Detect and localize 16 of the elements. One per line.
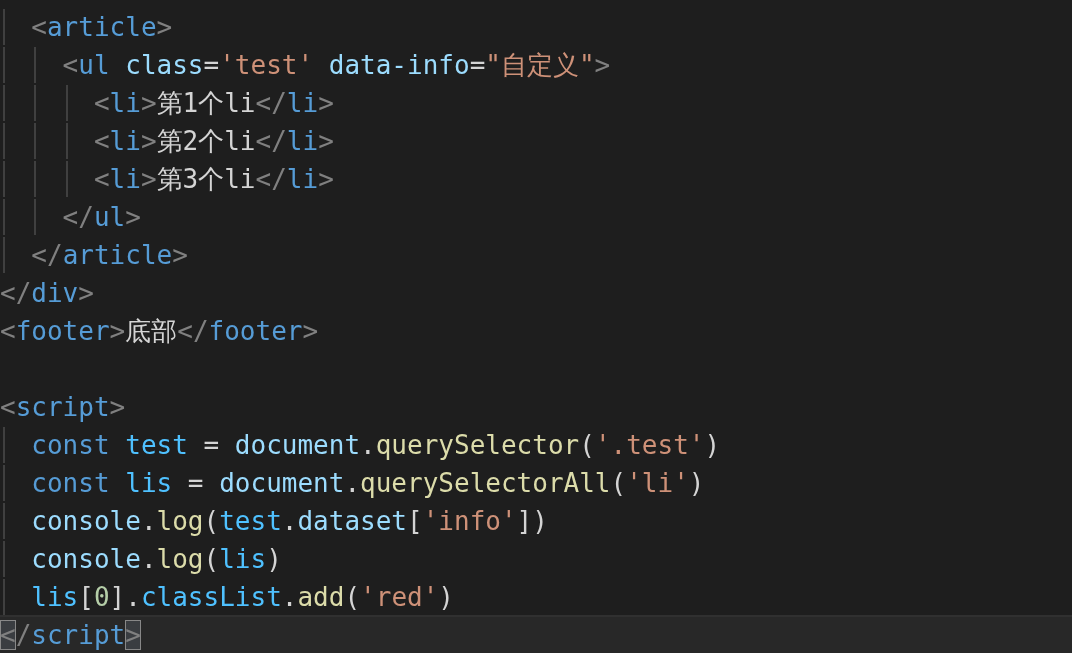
code-line: console.log(test.dataset['info']) [30,505,548,538]
code-line: <ul class='test' data-info="自定义"> [61,49,611,82]
code-line: console.log(lis) [30,543,282,576]
code-line: <script> [0,391,126,424]
code-line: const test = document.querySelector('.test') [30,429,721,462]
code-line: lis[0].classList.add('red') [30,581,454,614]
code-line: <li>第1个li</li> [92,87,334,120]
code-line: </article> [30,239,188,272]
code-line: </div> [0,277,94,310]
code-line: <li>第3个li</li> [92,163,334,196]
code-line: const lis = document.querySelectorAll('li') [30,467,705,500]
code-line: <article> [30,11,173,44]
code-line: </script> [0,619,141,652]
code-line: <li>第2个li</li> [92,125,334,158]
code-line: </ul> [61,201,141,234]
code-line: <footer>底部</footer> [0,315,319,348]
